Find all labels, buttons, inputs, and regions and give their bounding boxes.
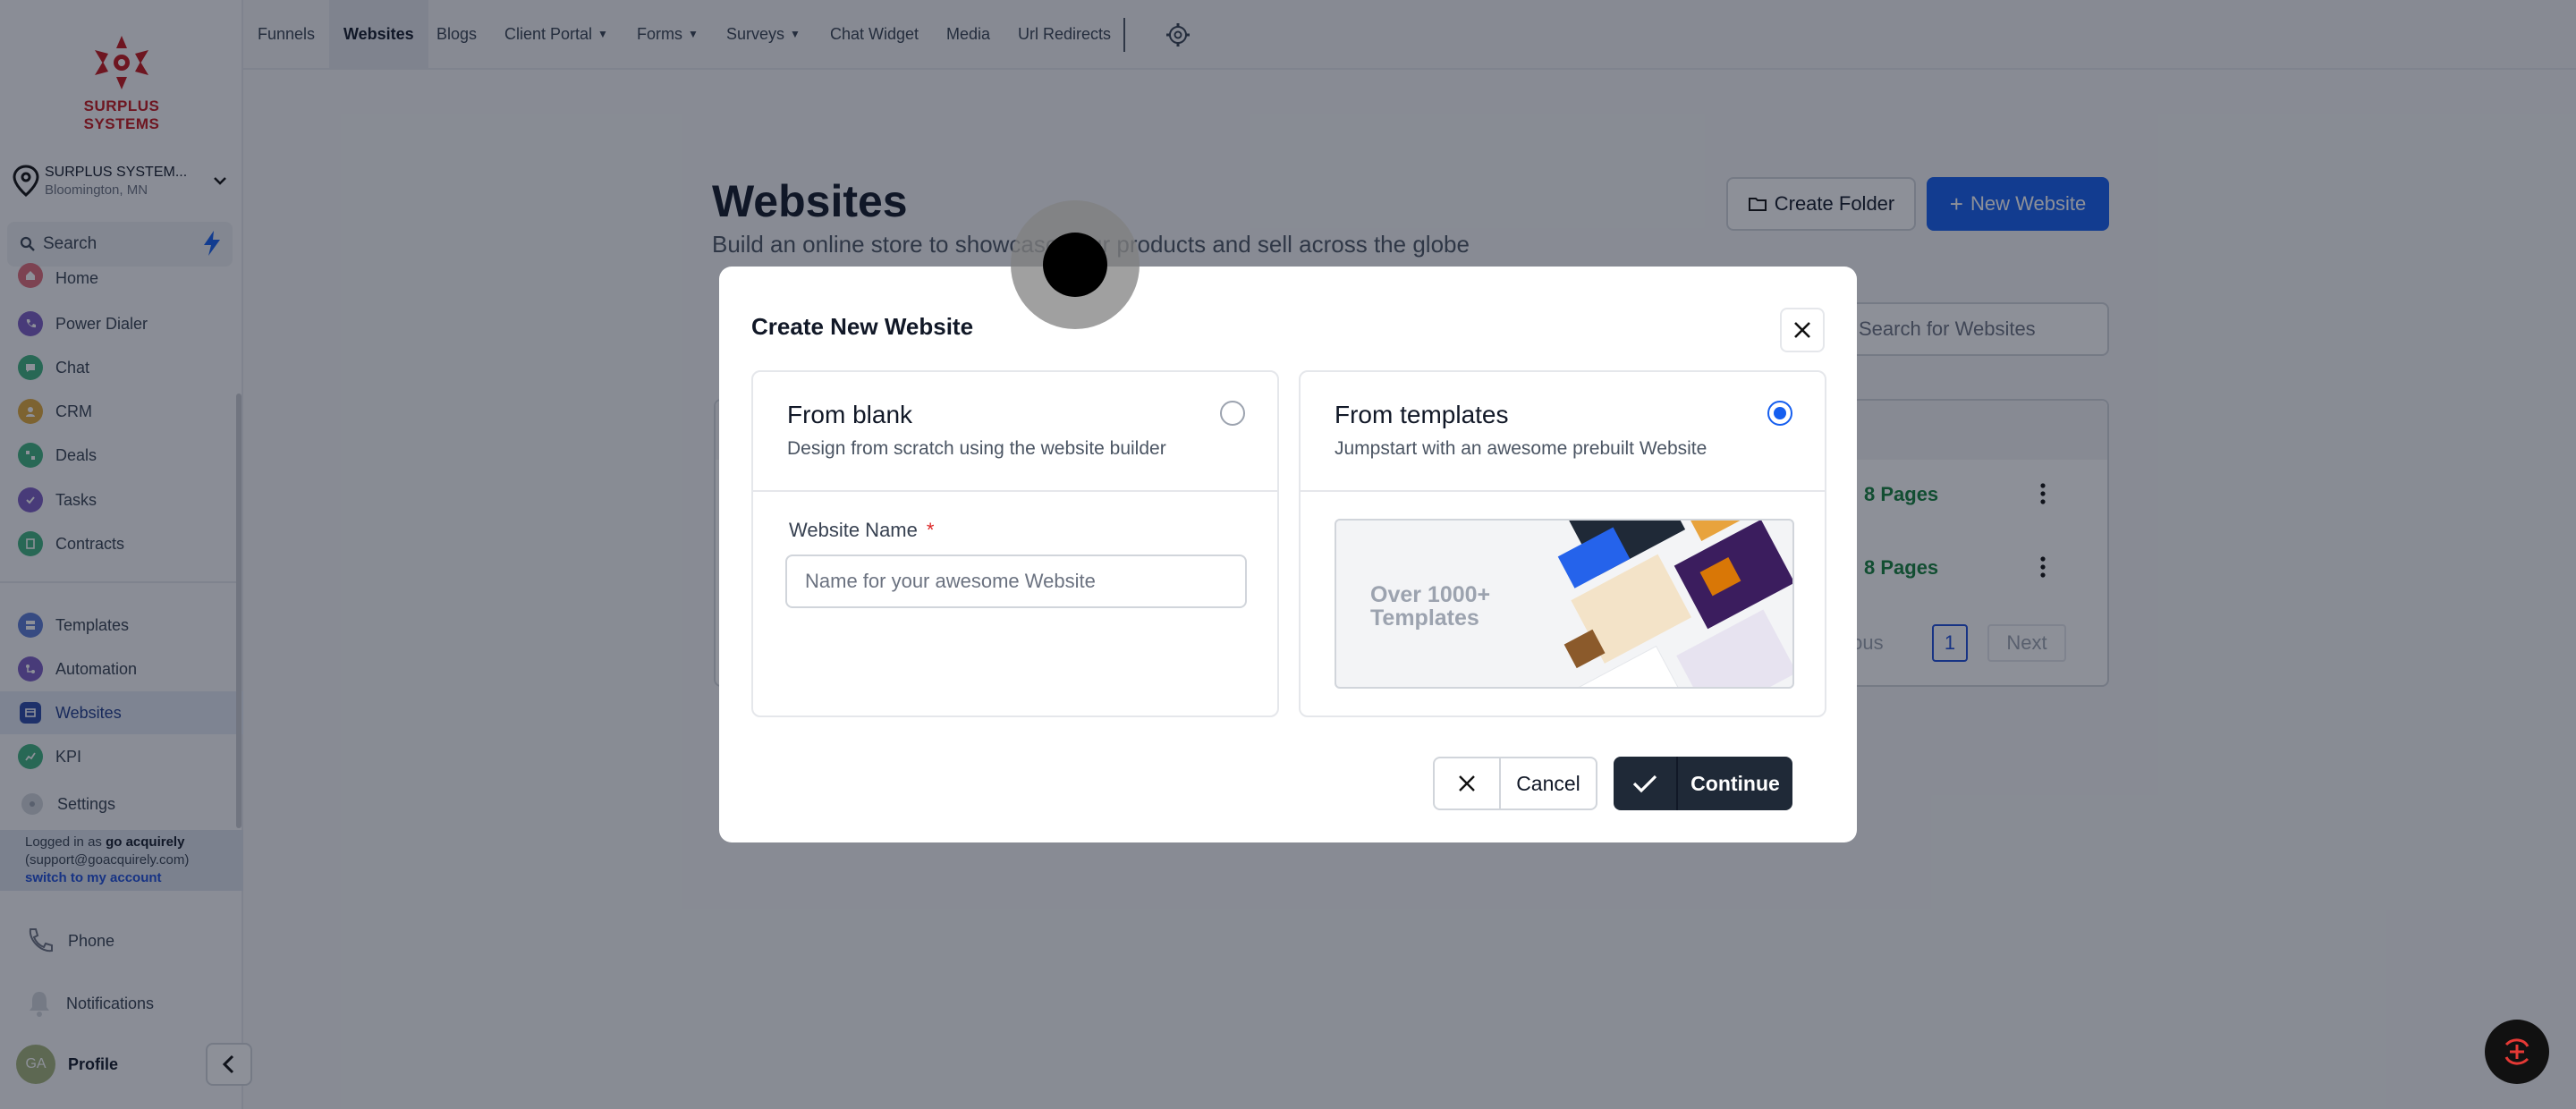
required-marker: *	[926, 519, 935, 541]
close-icon	[1794, 322, 1810, 338]
from-blank-option[interactable]: From blank Design from scratch using the…	[751, 370, 1279, 717]
from-templates-radio[interactable]	[1767, 401, 1792, 426]
modal-title: Create New Website	[751, 313, 974, 340]
continue-label: Continue	[1690, 771, 1780, 795]
cancel-label: Cancel	[1516, 771, 1580, 795]
chat-widget-button[interactable]	[2485, 1020, 2549, 1084]
website-name-label-text: Website Name	[789, 519, 918, 541]
template-thumbnails-icon	[1557, 521, 1792, 687]
app: SURPLUS SYSTEMS SURPLUS SYSTEM... Bloomi…	[0, 0, 2576, 1109]
from-templates-description: Jumpstart with an awesome prebuilt Websi…	[1335, 438, 1707, 459]
check-icon	[1614, 757, 1678, 810]
from-blank-description: Design from scratch using the website bu…	[787, 438, 1166, 459]
close-icon	[1435, 758, 1501, 808]
from-templates-title: From templates	[1335, 401, 1509, 428]
from-blank-radio[interactable]	[1220, 401, 1245, 426]
close-modal-button[interactable]	[1780, 308, 1825, 352]
cancel-button[interactable]: Cancel	[1433, 757, 1597, 810]
website-name-input[interactable]	[785, 554, 1247, 608]
from-blank-title: From blank	[787, 401, 913, 428]
brand-chat-icon	[2504, 1038, 2529, 1065]
from-blank-header: From blank Design from scratch using the…	[753, 372, 1277, 492]
click-indicator-dot	[1043, 233, 1107, 297]
templates-preview-image: Over 1000+ Templates	[1335, 519, 1794, 689]
website-name-label: Website Name *	[789, 519, 934, 542]
continue-button[interactable]: Continue	[1614, 757, 1792, 810]
create-website-modal: Create New Website From blank Design fro…	[719, 267, 1857, 842]
from-templates-header: From templates Jumpstart with an awesome…	[1301, 372, 1825, 492]
from-templates-option[interactable]: From templates Jumpstart with an awesome…	[1299, 370, 1826, 717]
